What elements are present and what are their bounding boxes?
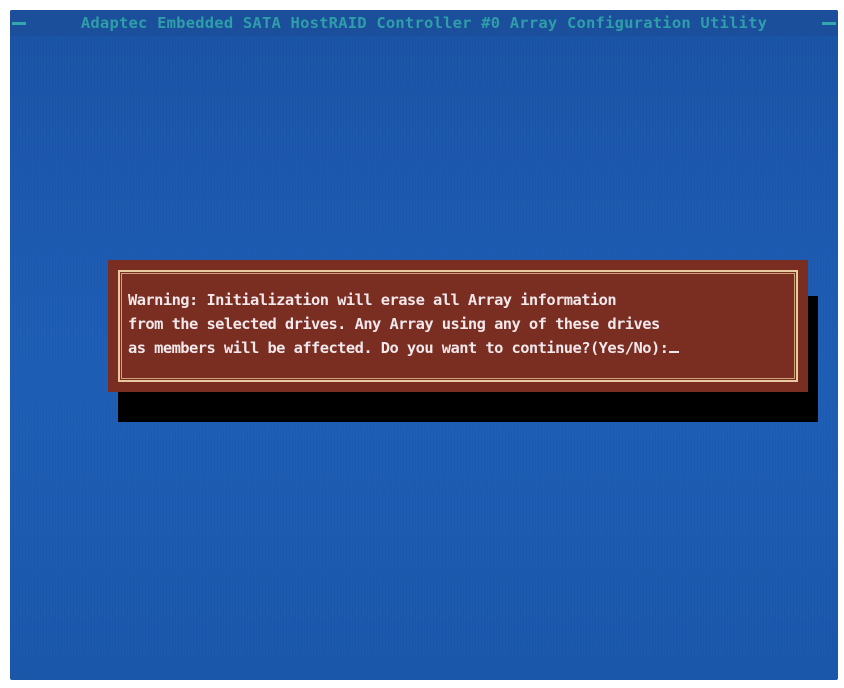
warning-line-1: Warning: Initialization will erase all A… [128, 291, 617, 309]
warning-dialog: Warning: Initialization will erase all A… [108, 260, 808, 392]
title-rule-left [12, 22, 26, 25]
warning-line-2: from the selected drives. Any Array usin… [128, 315, 660, 333]
title-rule-right [822, 22, 836, 25]
text-cursor[interactable] [669, 351, 680, 353]
confirmation-prompt: as members will be affected. Do you want… [128, 339, 669, 357]
warning-line-3: as members will be affected. Do you want… [128, 336, 798, 360]
monitor-bezel: Adaptec Embedded SATA HostRAID Controlle… [0, 0, 844, 688]
utility-title: Adaptec Embedded SATA HostRAID Controlle… [80, 14, 768, 32]
warning-message: Warning: Initialization will erase all A… [128, 288, 798, 360]
title-bar: Adaptec Embedded SATA HostRAID Controlle… [10, 10, 838, 36]
bios-screen: Adaptec Embedded SATA HostRAID Controlle… [10, 10, 838, 680]
